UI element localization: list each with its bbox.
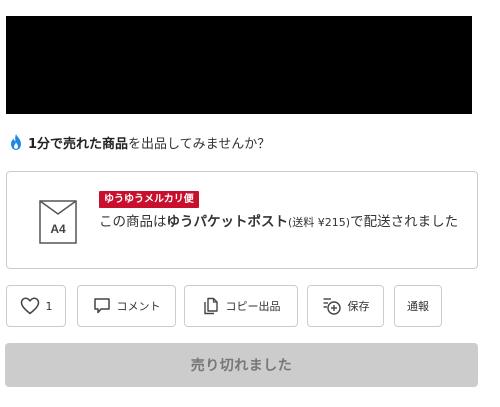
comment-icon xyxy=(93,298,110,314)
copy-icon xyxy=(203,297,218,315)
copy-listing-label: コピー出品 xyxy=(225,300,281,313)
save-icon xyxy=(323,298,341,315)
listing-prompt[interactable]: 1分で売れた商品 を出品してみませんか？ xyxy=(8,132,270,152)
shipping-service-badge: ゆうゆうメルカリ便 xyxy=(99,191,199,208)
heart-icon xyxy=(20,297,39,315)
media-placeholder xyxy=(6,16,472,114)
comment-label: コメント xyxy=(116,300,161,313)
comment-button[interactable]: コメント xyxy=(77,285,176,327)
sold-out-button[interactable]: 売り切れました xyxy=(5,343,478,387)
report-button[interactable]: 通報 xyxy=(394,285,442,327)
copy-listing-button[interactable]: コピー出品 xyxy=(184,285,298,327)
prompt-bold-text: 1分で売れた商品 xyxy=(28,136,129,152)
save-label: 保存 xyxy=(347,300,370,313)
envelope-icon: A4 xyxy=(39,200,77,244)
envelope-label: A4 xyxy=(50,222,66,236)
shipping-text-pre: この商品は xyxy=(99,214,167,230)
flame-icon xyxy=(8,133,24,151)
report-label: 通報 xyxy=(407,300,429,313)
shipping-description: この商品はゆうパケットポスト(送料 ¥215)で配送されました xyxy=(99,212,465,233)
save-button[interactable]: 保存 xyxy=(307,285,384,327)
shipping-fee: (送料 ¥215) xyxy=(288,216,351,229)
like-count: 1 xyxy=(45,299,53,313)
prompt-rest-text: を出品してみませんか？ xyxy=(128,136,271,152)
like-button[interactable]: 1 xyxy=(6,285,66,327)
shipping-method: ゆうパケットポスト xyxy=(166,214,289,230)
shipping-text-post: で配送されました xyxy=(350,214,459,230)
shipping-info-card: A4 ゆうゆうメルカリ便 この商品はゆうパケットポスト(送料 ¥215)で配送さ… xyxy=(6,171,478,269)
